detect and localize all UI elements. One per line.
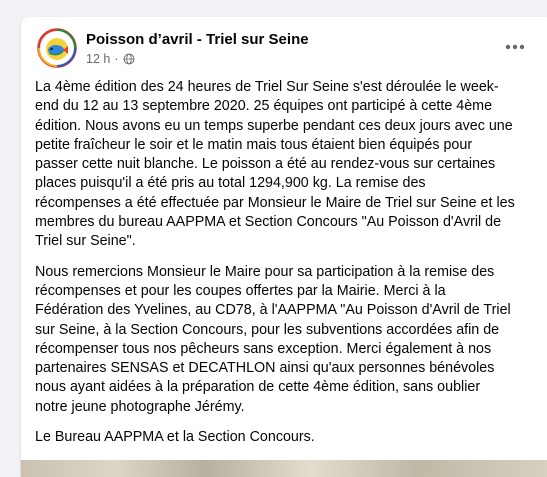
globe-icon[interactable]: [123, 53, 135, 65]
post-header: Poisson d’avril - Triel sur Seine 12 h ·: [35, 27, 533, 75]
page-name-link[interactable]: Poisson d’avril - Triel sur Seine: [86, 31, 309, 48]
post-meta: 12 h ·: [86, 52, 135, 66]
post-paragraph: Nous remercions Monsieur le Maire pour s…: [35, 263, 511, 415]
post-photo[interactable]: [21, 460, 547, 477]
post-paragraph: Le Bureau AAPPMA et la Section Concours.: [35, 429, 315, 446]
page-avatar[interactable]: [37, 28, 77, 68]
post-card: Poisson d’avril - Triel sur Seine 12 h ·…: [21, 17, 547, 477]
post-timestamp[interactable]: 12 h: [86, 52, 110, 66]
post-text: La 4ème édition des 24 heures de Triel S…: [35, 78, 515, 458]
dot-separator: ·: [114, 52, 119, 66]
post-paragraph: La 4ème édition des 24 heures de Triel S…: [35, 79, 515, 250]
more-options-button[interactable]: [497, 33, 533, 61]
more-options-icon: [505, 44, 525, 50]
fish-logo-icon: [37, 28, 77, 68]
